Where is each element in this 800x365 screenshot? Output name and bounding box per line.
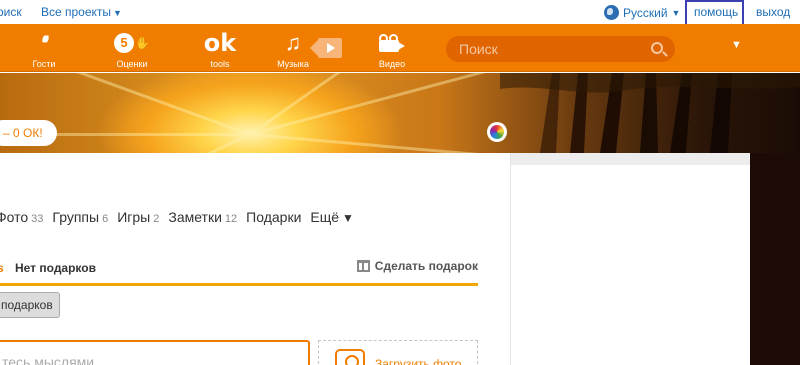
tab-games[interactable]: Игры 2 [117,209,159,225]
tree-silhouettes [500,73,800,153]
chevron-down-icon: ▼ [342,211,354,225]
theme-color-picker-icon[interactable] [487,122,507,142]
logout-link[interactable]: выход [756,5,790,19]
nav-ratings-label: Оценки [116,59,148,69]
search-icon[interactable] [651,42,663,54]
top-utility-bar: оиск Все проекты ▼ Русский ▼ помощь выход [0,0,800,31]
nav-music-label: Музыка [277,59,309,69]
gifts-title: Нет подарков [15,261,96,275]
globe-icon [604,5,619,20]
cover-dark-edge [750,153,800,365]
gifts-section-header: s Нет подарков Сделать подарок [0,256,478,286]
nav-tools-label: tools [210,59,230,69]
upload-photo-label: Загрузить фото [375,357,462,365]
footprints-icon: ❛❜ [41,32,49,53]
nav-ratings[interactable]: 5 ✋ Оценки [102,30,162,69]
all-projects-label: Все проекты [41,5,112,19]
profile-tabs: Фото 33 Группы 6 Игры 2 Заметки 12 Подарки Е… [0,209,354,225]
right-column [510,153,750,365]
ratings-icon: 5 ✋ [102,30,162,56]
gifts-button[interactable]: подарков [0,292,60,318]
ok-logo-icon: ok [203,29,237,57]
tab-groups[interactable]: Группы 6 [52,209,108,225]
gifts-section-mark: s [0,261,4,275]
search-box [446,36,675,62]
tab-photos[interactable]: Фото 33 [0,209,43,225]
make-gift-label: Сделать подарок [374,259,478,273]
nav-video-label: Видео [378,59,406,69]
make-gift-link[interactable]: Сделать подарок [356,259,478,273]
tab-notes[interactable]: Заметки 12 [168,209,237,225]
tab-gifts[interactable]: Подарки [246,209,301,225]
music-play-icon[interactable] [310,38,342,58]
chevron-down-icon[interactable]: ▼ [731,39,742,51]
language-label: Русский [623,5,668,20]
search-link[interactable]: оиск [0,5,22,19]
chevron-down-icon: ▼ [113,8,122,18]
cover-image [0,73,800,153]
status-input[interactable] [2,354,292,365]
search-input[interactable] [459,40,639,58]
main-navigation: ❛❜ Гости 5 ✋ Оценки ok tools ♫ Музыка Вид… [0,24,800,72]
gift-icon [356,260,370,272]
nav-guests-label: Гости [32,59,56,69]
nav-tools[interactable]: ok tools [190,29,250,69]
camera-icon [335,349,365,365]
language-selector[interactable]: Русский ▼ [604,5,680,20]
status-box [0,340,310,365]
nav-guests[interactable]: ❛❜ Гости [14,30,74,70]
nav-video[interactable]: Видео [362,30,422,69]
upload-photo-button[interactable]: Загрузить фото [318,340,478,365]
video-camera-icon [362,30,422,56]
tab-more[interactable]: Ещё ▼ [310,209,354,225]
ok-promo-pill[interactable]: – 0 ОК! [0,120,57,146]
all-projects-dropdown[interactable]: Все проекты ▼ [41,5,122,19]
chevron-down-icon: ▼ [671,7,681,18]
